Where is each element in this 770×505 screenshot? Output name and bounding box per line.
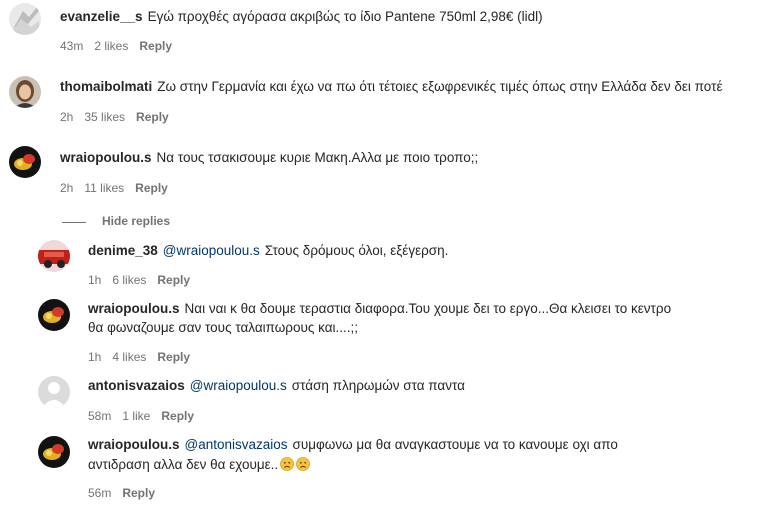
avatar[interactable]	[38, 299, 70, 331]
username[interactable]: denime_38	[88, 243, 158, 258]
reply-button[interactable]: Reply	[136, 110, 169, 124]
divider	[62, 222, 86, 223]
comment-body: Ζω στην Γερμανία και έχω να πω ότι τέτοι…	[157, 79, 723, 94]
comment-body: Εγώ προχθές αγόρασα ακριβώς το ίδιο Pant…	[147, 9, 543, 24]
avatar[interactable]	[9, 146, 41, 178]
timestamp: 43m	[60, 39, 84, 53]
username[interactable]: wraiopoulou.s	[88, 301, 180, 316]
comment-text: evanzelie__s Εγώ προχθές αγόρασα ακριβώς …	[60, 7, 543, 27]
reply-button[interactable]: Reply	[161, 409, 194, 423]
likes-count[interactable]: 6 likes	[112, 273, 146, 287]
reply-text-line2: θα φωναζουμε σαν τους ταλαιπωρους και...…	[88, 320, 359, 335]
comment: evanzelie__s Εγώ προχθές αγόρασα ακριβώς …	[0, 0, 770, 60]
timestamp: 1h	[88, 350, 102, 364]
reply-body: στάση πληρωμών στα παντα	[291, 378, 465, 393]
mention-link[interactable]: @wraiopoulou.s	[163, 243, 260, 258]
comment-meta: 2h 35 likes Reply	[60, 110, 180, 124]
username[interactable]: wraiopoulou.s	[60, 150, 152, 165]
timestamp: 2h	[60, 181, 74, 195]
avatar[interactable]	[38, 240, 70, 272]
username[interactable]: antonisvazaios	[88, 378, 185, 393]
avatar-image	[38, 240, 70, 272]
reply-meta: 1h 4 likes Reply	[88, 350, 201, 364]
comment-meta: 43m 2 likes Reply	[60, 39, 183, 53]
timestamp: 56m	[88, 486, 112, 500]
avatar-image	[9, 76, 41, 108]
username[interactable]: evanzelie__s	[60, 9, 143, 24]
reply-button[interactable]: Reply	[157, 273, 190, 287]
avatar-image	[38, 376, 70, 408]
likes-count[interactable]: 1 like	[122, 409, 150, 423]
reply-button[interactable]: Reply	[122, 486, 155, 500]
reply: wraiopoulou.s Ναι ναι κ θα δουμε τεραστια…	[0, 297, 770, 369]
avatar[interactable]	[38, 436, 70, 468]
avatar[interactable]	[9, 3, 41, 35]
reply-meta: 56m Reply	[88, 486, 166, 500]
comment-text: thomaibolmati Ζω στην Γερμανία και έχω να…	[60, 77, 722, 97]
reply-button[interactable]: Reply	[157, 350, 190, 364]
timestamp: 1h	[88, 273, 102, 287]
username[interactable]: thomaibolmati	[60, 79, 152, 94]
avatar-image	[9, 146, 41, 178]
comment-meta: 2h 11 likes Reply	[60, 181, 179, 195]
reply-body-line2: αντιδραση αλλα δεν θα εχουμε..	[88, 457, 279, 472]
reply: antonisvazaios @wraiopoulou.s στάση πληρωμ…	[0, 374, 770, 429]
disappointed-face-emoji	[280, 457, 295, 471]
avatar[interactable]	[38, 376, 70, 408]
reply-text-line2: αντιδραση αλλα δεν θα εχουμε..	[88, 455, 311, 475]
timestamp: 2h	[60, 110, 74, 124]
reply-body: Στους δρόμους όλοι, εξέγερση.	[264, 243, 449, 258]
avatar[interactable]	[9, 76, 41, 108]
comment: wraiopoulou.s Να τους τσακισουμε κυριε Μα…	[0, 142, 770, 202]
username[interactable]: wraiopoulou.s	[88, 437, 180, 452]
reply-text: antonisvazaios @wraiopoulou.s στάση πληρωμ…	[88, 376, 465, 396]
reply-meta: 1h 6 likes Reply	[88, 273, 201, 287]
reply-button[interactable]: Reply	[135, 181, 168, 195]
reply-body: συμφωνω μα θα αναγκαστουμε να το κανουμε…	[292, 437, 618, 452]
mention-link[interactable]: @antonisvazaios	[185, 437, 288, 452]
reply-body: Ναι ναι κ θα δουμε τεραστια διαφορα.Του …	[184, 301, 672, 316]
reply-button[interactable]: Reply	[139, 39, 172, 53]
reply: denime_38 @wraiopoulou.s Στους δρόμους όλο…	[0, 238, 770, 293]
hide-replies-label[interactable]: Hide replies	[102, 214, 170, 228]
reply-meta: 58m 1 like Reply	[88, 409, 205, 423]
comment-body: Να τους τσακισουμε κυριε Μακη.Αλλα με πο…	[156, 150, 479, 165]
comment-text: wraiopoulou.s Να τους τσακισουμε κυριε Μα…	[60, 148, 478, 168]
reply-text: wraiopoulou.s Ναι ναι κ θα δουμε τεραστια…	[88, 299, 671, 319]
timestamp: 58m	[88, 409, 112, 423]
avatar-image	[9, 3, 41, 35]
avatar-image	[38, 436, 70, 468]
reply-text: wraiopoulou.s @antonisvazaios συμφωνω μα θ…	[88, 435, 618, 455]
comment: thomaibolmati Ζω στην Γερμανία και έχω να…	[0, 70, 770, 130]
disappointed-face-emoji	[296, 457, 311, 471]
likes-count[interactable]: 35 likes	[84, 110, 125, 124]
likes-count[interactable]: 11 likes	[84, 181, 124, 195]
reply-text: denime_38 @wraiopoulou.s Στους δρόμους όλο…	[88, 241, 448, 261]
reply: wraiopoulou.s @antonisvazaios συμφωνω μα θ…	[0, 434, 770, 504]
mention-link[interactable]: @wraiopoulou.s	[190, 378, 287, 393]
likes-count[interactable]: 4 likes	[112, 350, 146, 364]
avatar-image	[38, 299, 70, 331]
likes-count[interactable]: 2 likes	[94, 39, 128, 53]
